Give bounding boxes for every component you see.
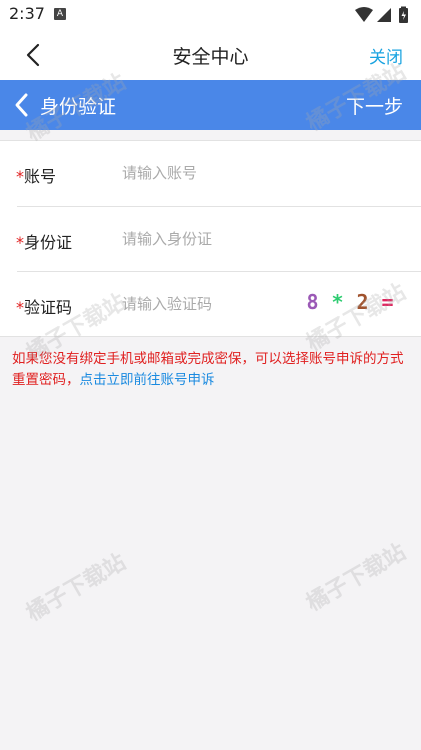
id-card-row: *身份证 xyxy=(0,207,421,272)
account-label-text: 账号 xyxy=(24,167,57,186)
chevron-left-icon xyxy=(15,93,28,117)
page-title: 安全中心 xyxy=(172,46,249,68)
next-step-button[interactable]: 下一步 xyxy=(346,92,403,119)
captcha-char: 8 xyxy=(306,290,319,314)
id-card-label-text: 身份证 xyxy=(24,233,73,252)
captcha-input[interactable] xyxy=(122,286,292,322)
account-input[interactable] xyxy=(122,155,402,191)
captcha-label-text: 验证码 xyxy=(24,298,73,317)
captcha-char: 2 xyxy=(356,290,369,314)
account-appeal-link[interactable]: 点击立即前往账号申诉 xyxy=(80,372,215,388)
battery-icon xyxy=(399,6,408,23)
captcha-row: *验证码 8*2= xyxy=(0,272,421,337)
signal-icon xyxy=(377,8,391,22)
sub-header-title: 身份验证 xyxy=(40,96,117,118)
status-bar: 2:37 A xyxy=(0,0,421,30)
top-nav-bar: 安全中心 关闭 xyxy=(0,30,421,80)
sub-header-back-button[interactable] xyxy=(12,92,32,118)
required-mark: * xyxy=(16,167,24,186)
required-mark: * xyxy=(16,233,24,252)
account-label: *账号 xyxy=(16,163,56,187)
identity-form: *账号 *身份证 *验证码 8*2= xyxy=(0,140,421,337)
close-button[interactable]: 关闭 xyxy=(369,43,403,68)
status-time: 2:37 xyxy=(9,4,45,23)
id-card-input[interactable] xyxy=(122,221,402,257)
id-card-label: *身份证 xyxy=(16,229,72,253)
captcha-char: * xyxy=(331,290,344,314)
wifi-icon xyxy=(355,7,373,22)
watermark: 橘子下载站 xyxy=(22,549,131,627)
captcha-label: *验证码 xyxy=(16,294,72,318)
sub-header-bar: 身份验证 下一步 xyxy=(0,80,421,130)
captcha-char: = xyxy=(381,290,394,314)
account-row: *账号 xyxy=(0,141,421,206)
account-appeal-notice: 如果您没有绑定手机或邮箱或完成密保，可以选择账号申诉的方式重置密码，点击立即前往… xyxy=(12,349,412,391)
captcha-image[interactable]: 8 * 2 = xyxy=(300,290,410,320)
system-status-icons xyxy=(355,6,408,23)
required-mark: * xyxy=(16,298,24,317)
watermark: 橘子下载站 xyxy=(302,539,411,617)
notification-badge-icon: A xyxy=(54,8,66,20)
